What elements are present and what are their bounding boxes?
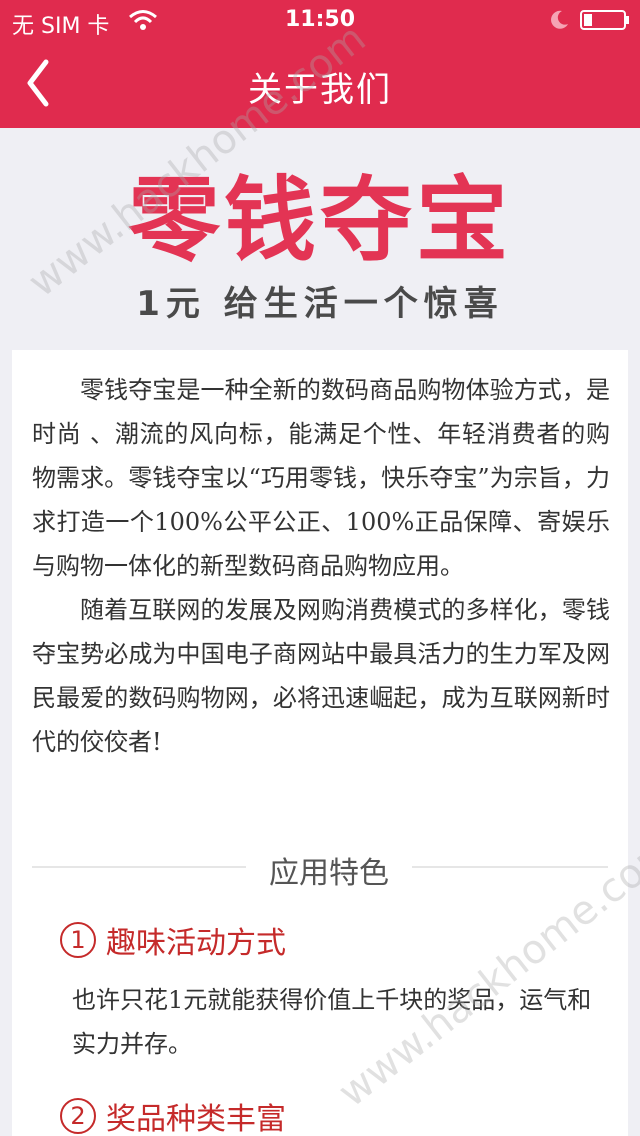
feature-title-label: 趣味活动方式 (106, 926, 286, 961)
battery-icon (580, 10, 629, 30)
status-bar: 无 SIM 卡 11:50 (0, 0, 640, 40)
features-heading-label: 应用特色 (269, 856, 389, 891)
about-us-screen: 无 SIM 卡 11:50 关于我们 零钱夺宝 1元 给生活一个惊喜 零钱夺宝是… (0, 0, 640, 1136)
header: 无 SIM 卡 11:50 关于我们 (0, 0, 640, 128)
logo-slogan: 1元 给生活一个惊喜 (136, 284, 504, 324)
intro-text: 零钱夺宝是一种全新的数码商品购物体验方式，是时尚 、潮流的风向标，能满足个性、年… (32, 368, 610, 764)
divider (32, 866, 246, 868)
brand-logo: 零钱夺宝 1元 给生活一个惊喜 (0, 128, 640, 350)
nav-bar: 关于我们 (0, 40, 640, 128)
circled-number-icon: 2 (60, 1098, 96, 1134)
feature-title-label: 奖品种类丰富 (106, 1102, 286, 1136)
divider (412, 866, 608, 868)
feature-title: 2 奖品种类丰富 (60, 1094, 286, 1136)
moon-icon (551, 10, 568, 29)
page-title: 关于我们 (248, 70, 392, 110)
feature-description: 也许只花1元就能获得价值上千块的奖品，运气和实力并存。 (72, 986, 592, 1058)
status-time: 11:50 (284, 7, 356, 32)
intro-paragraph: 随着互联网的发展及网购消费模式的多样化，零钱夺宝势必成为中国电子商网站中最具活力… (32, 596, 610, 756)
intro-paragraph: 零钱夺宝是一种全新的数码商品购物体验方式，是时尚 、潮流的风向标，能满足个性、年… (32, 376, 610, 580)
logo-wordmark: 零钱夺宝 (127, 167, 512, 274)
feature-title: 1 趣味活动方式 (60, 918, 286, 962)
about-content-card: 零钱夺宝是一种全新的数码商品购物体验方式，是时尚 、潮流的风向标，能满足个性、年… (12, 350, 628, 1136)
features-section-heading: 应用特色 (32, 844, 608, 891)
circled-number-icon: 1 (60, 922, 96, 958)
